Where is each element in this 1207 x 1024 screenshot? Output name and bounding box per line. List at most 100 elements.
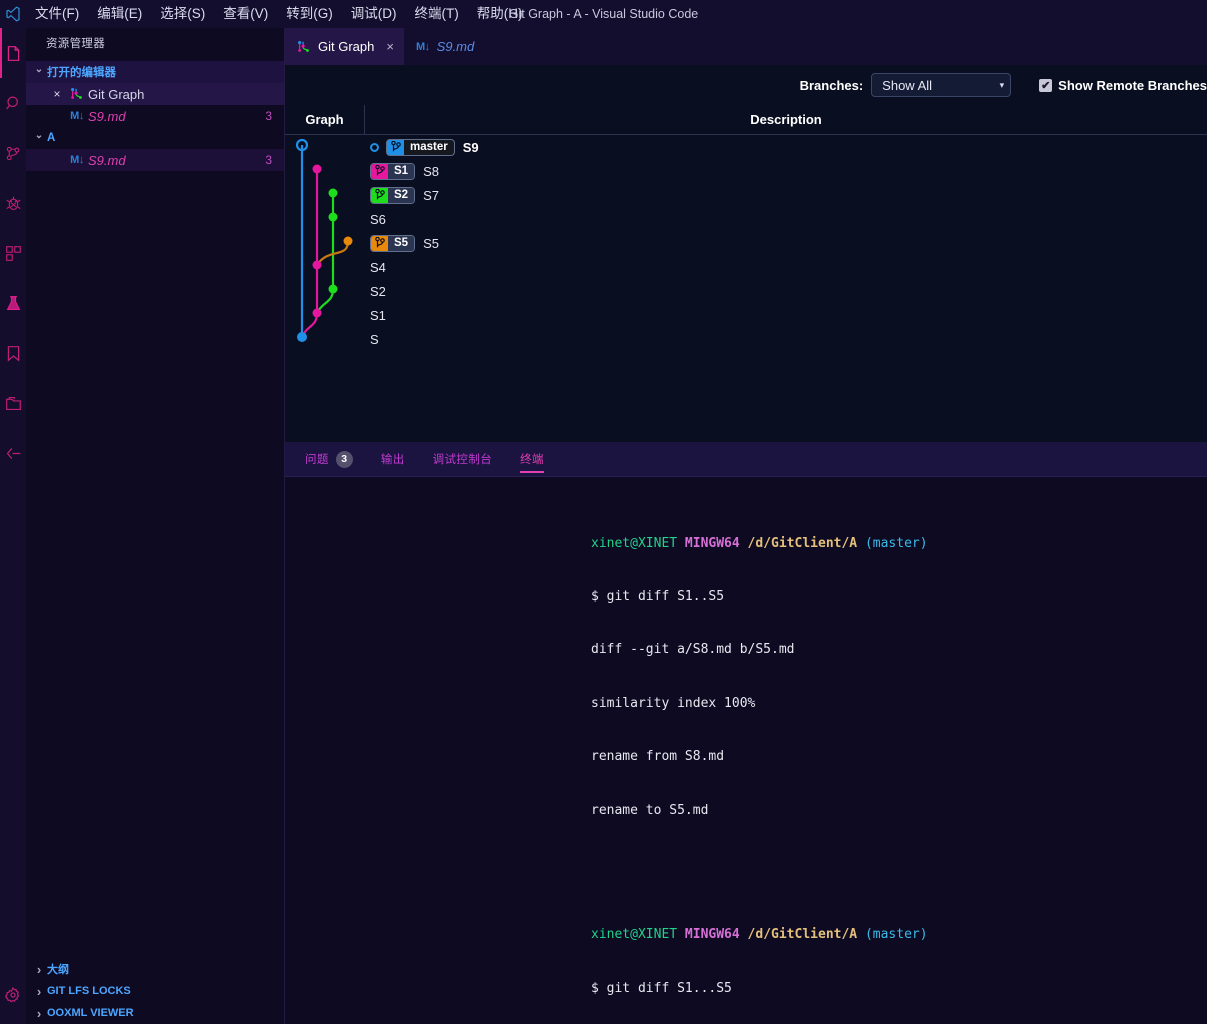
menu-help[interactable]: 帮助(H) <box>468 0 532 28</box>
checkbox-icon: ✔ <box>1039 78 1053 92</box>
activity-extensions-icon[interactable] <box>0 228 26 278</box>
commit-row[interactable]: S2 S7 <box>285 183 1207 207</box>
commit-row[interactable]: S1 S8 <box>285 159 1207 183</box>
open-editor-count: 3 <box>265 109 272 123</box>
activity-files-explorer-icon[interactable] <box>0 28 26 78</box>
terminal-user: xinet@XINET <box>591 927 678 943</box>
open-editor-s9-md[interactable]: M↓ S9.md 3 <box>26 105 284 127</box>
chevron-down-icon <box>31 67 47 78</box>
tab-git-graph[interactable]: Git Graph × <box>285 28 404 65</box>
branch-icon <box>371 163 388 179</box>
branch-ref-name: master <box>404 139 454 155</box>
sidebar-title: 资源管理器 <box>46 38 105 50</box>
git-graph-icon <box>297 40 311 54</box>
markdown-icon: M↓ <box>70 110 84 122</box>
tab-label: Git Graph <box>318 39 375 54</box>
menu-bar[interactable]: 文件(F) 编辑(E) 选择(S) 查看(V) 转到(G) 调试(D) 终端(T… <box>26 0 532 28</box>
activity-source-control-icon[interactable] <box>0 128 26 178</box>
terminal-path: /d/GitClient/A <box>747 927 858 943</box>
branch-icon <box>387 139 404 155</box>
show-remote-branches-label: Show Remote Branches <box>1058 77 1207 93</box>
activity-bookmark-icon[interactable] <box>0 328 26 378</box>
branch-ref-badge[interactable]: master <box>386 138 455 156</box>
commit-message: S7 <box>423 187 439 203</box>
terminal-output[interactable]: xinet@XINET MINGW64 /d/GitClient/A (mast… <box>285 477 1207 1024</box>
activity-gear-icon[interactable] <box>0 970 26 1020</box>
chevron-down-icon: ▾ <box>999 79 1005 90</box>
sidebar-section-outline[interactable]: 大纲 <box>26 958 285 980</box>
terminal-branch: (master) <box>864 927 928 943</box>
git-graph-icon <box>66 87 88 101</box>
markdown-icon: M↓ <box>415 40 430 53</box>
commit-row[interactable]: S4 <box>285 255 1207 279</box>
title-bar: 文件(F) 编辑(E) 选择(S) 查看(V) 转到(G) 调试(D) 终端(T… <box>0 0 1207 28</box>
git-graph-body: master S9 S1 S8 S2 S7 S6 S5 S5 S4 S2 S1 … <box>285 135 1207 439</box>
commit-row[interactable]: S5 S5 <box>285 231 1207 255</box>
panel-tab-debug-console[interactable]: 调试控制台 <box>433 442 493 477</box>
close-icon[interactable]: × <box>386 39 394 54</box>
tab-s9-md[interactable]: M↓ S9.md <box>403 28 485 65</box>
activity-bar <box>0 28 26 1024</box>
terminal-path: /d/GitClient/A <box>747 535 858 551</box>
panel-tab-output[interactable]: 输出 <box>381 442 405 477</box>
file-row-count: 3 <box>265 153 272 167</box>
activity-folder-icon[interactable] <box>0 378 26 428</box>
commit-row[interactable]: S2 <box>285 279 1207 303</box>
editor-tab-bar: Git Graph × M↓ S9.md <box>285 28 1207 65</box>
sidebar-section-folder-a[interactable]: A <box>26 127 284 149</box>
sidebar-section-ooxml-viewer[interactable]: OOXML VIEWER <box>26 1002 285 1024</box>
terminal-prompt-line: xinet@XINET MINGW64 /d/GitClient/A (mast… <box>591 926 1207 944</box>
branch-ref-badge[interactable]: S2 <box>370 186 416 204</box>
terminal-command: $ git diff S1..S5 <box>591 588 725 604</box>
panel-tab-problems[interactable]: 问题 3 <box>305 442 353 477</box>
commit-row[interactable]: S <box>285 327 1207 351</box>
activity-test-beaker-icon[interactable] <box>0 278 26 328</box>
open-editor-git-graph[interactable]: × Git Graph <box>26 83 284 105</box>
branch-ref-badge[interactable]: S1 <box>370 162 416 180</box>
git-graph-column-headers: Graph Description <box>285 104 1207 135</box>
show-remote-branches-checkbox[interactable]: ✔ Show Remote Branches <box>1039 78 1207 93</box>
branch-ref-name: S5 <box>388 235 415 251</box>
panel-tab-label: 终端 <box>520 454 544 466</box>
chevron-right-icon <box>31 984 47 999</box>
menu-file[interactable]: 文件(F) <box>26 0 88 28</box>
head-indicator-icon <box>370 142 379 152</box>
commit-row[interactable]: S6 <box>285 207 1207 231</box>
menu-selection[interactable]: 选择(S) <box>151 0 214 28</box>
terminal-user: xinet@XINET <box>591 535 678 551</box>
menu-view[interactable]: 查看(V) <box>214 0 277 28</box>
chevron-down-icon <box>31 133 47 144</box>
commit-message: S2 <box>370 283 386 299</box>
branches-label: Branches: <box>799 77 864 93</box>
commit-message: S <box>370 331 379 347</box>
branch-icon <box>371 235 388 251</box>
activity-search-icon[interactable] <box>0 78 26 128</box>
sidebar: 资源管理器 打开的编辑器 × Git Graph <box>26 28 285 1024</box>
branch-ref-badge[interactable]: S5 <box>370 234 416 252</box>
sidebar-section-open-editors[interactable]: 打开的编辑器 <box>26 61 284 83</box>
activity-chevron-collapse-icon[interactable] <box>0 428 26 478</box>
sidebar-bottom-sections: 大纲 GIT LFS LOCKS OOXML VIEWER <box>26 958 285 1024</box>
sidebar-section-label: 打开的编辑器 <box>47 67 116 79</box>
panel-tab-terminal[interactable]: 终端 <box>520 442 544 477</box>
panel-tab-label: 问题 <box>305 454 329 466</box>
commit-row[interactable]: S1 <box>285 303 1207 327</box>
menu-go[interactable]: 转到(G) <box>277 0 342 28</box>
menu-edit[interactable]: 编辑(E) <box>88 0 151 28</box>
column-header-description: Description <box>750 112 822 127</box>
sidebar-section-label: 大纲 <box>47 964 69 976</box>
commit-message: S5 <box>423 235 439 251</box>
branches-select[interactable]: Show All ▾ <box>871 73 1012 97</box>
terminal-host: MINGW64 <box>684 535 740 551</box>
sidebar-section-label: A <box>47 132 56 144</box>
menu-terminal[interactable]: 终端(T) <box>406 0 468 28</box>
activity-debug-icon[interactable] <box>0 178 26 228</box>
branch-icon <box>371 187 388 203</box>
commit-row[interactable]: master S9 <box>285 135 1207 159</box>
terminal-branch: (master) <box>864 535 928 551</box>
menu-debug[interactable]: 调试(D) <box>342 0 406 28</box>
sidebar-section-git-lfs-locks[interactable]: GIT LFS LOCKS <box>26 980 285 1002</box>
close-icon[interactable]: × <box>48 87 66 101</box>
file-row-s9-md[interactable]: M↓ S9.md 3 <box>26 149 284 171</box>
